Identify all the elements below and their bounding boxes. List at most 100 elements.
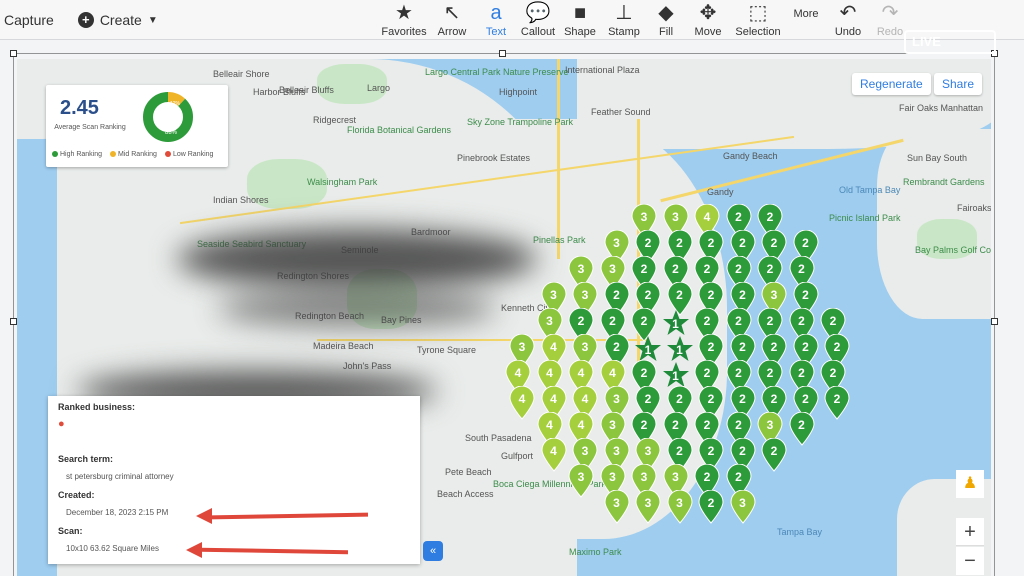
legend-item: High Ranking [52, 151, 102, 158]
map-label: International Plaza [565, 65, 640, 75]
create-button[interactable]: + Create ▼ [77, 12, 158, 28]
rank-value: 3 [644, 496, 652, 510]
rank-value: 4 [577, 418, 585, 432]
rank-pin[interactable]: 4 [509, 385, 535, 420]
rank-value: 2 [707, 392, 715, 406]
rank-value: 1 [644, 343, 652, 357]
rank-value: 2 [707, 340, 715, 354]
rank-pin[interactable]: 3 [568, 463, 594, 498]
map-label: Pinebrook Estates [457, 153, 531, 163]
scan-summary-card: 2.45 Average Scan Ranking 88% 12% High Ra… [46, 85, 228, 167]
scan-details-card: Ranked business: ● Search term: st peter… [48, 396, 420, 564]
redo-icon: ↷ [881, 2, 899, 24]
capture-button[interactable]: Capture [4, 12, 54, 28]
rank-value: 3 [581, 288, 589, 302]
rank-value: 2 [766, 366, 774, 380]
collapse-panel-button[interactable]: « [423, 541, 443, 561]
redaction-blur [177, 229, 537, 289]
legend-label: Low Ranking [172, 151, 214, 158]
rank-pin[interactable]: 4 [540, 437, 567, 472]
resize-handle[interactable] [991, 318, 998, 325]
plus-icon: + [77, 12, 94, 28]
resize-handle[interactable] [499, 50, 506, 57]
tool-label: Move [694, 26, 722, 38]
legend-label: Mid Ranking [118, 151, 157, 158]
donut-high-label: 88% [165, 130, 178, 136]
rank-pin[interactable]: 3 [666, 489, 693, 524]
rank-value: 2 [707, 496, 715, 510]
donut-mid-label: 12% [170, 101, 181, 107]
rank-value: 4 [546, 366, 553, 380]
map-label: Gulfport [501, 451, 534, 461]
rank-pin[interactable]: 3 [603, 489, 630, 524]
rank-value: 2 [676, 444, 683, 458]
rank-pin[interactable]: 2 [698, 489, 724, 524]
toolbar-left: Capture + Create ▼ [4, 12, 158, 28]
rank-value: 3 [581, 444, 589, 458]
rank-value: 3 [613, 236, 620, 250]
rank-value: 3 [609, 262, 616, 276]
rank-value: 2 [703, 418, 711, 432]
rank-value: 2 [703, 314, 711, 328]
share-button[interactable]: Share [934, 73, 983, 95]
location-pin-icon: ● [58, 418, 65, 430]
rank-value: 2 [672, 418, 679, 432]
rank-value: 3 [766, 418, 774, 432]
rank-value: 3 [640, 210, 648, 224]
resize-handle[interactable] [10, 50, 17, 57]
rank-value: 2 [798, 418, 805, 432]
created-value: December 18, 2023 2:15 PM [66, 508, 169, 517]
rank-value: 2 [833, 340, 841, 354]
rank-value: 2 [770, 392, 778, 406]
rank-value: 2 [735, 210, 742, 224]
move-icon: ✥ [699, 2, 717, 24]
selection-frame-right [994, 53, 995, 576]
tool-move[interactable]: ✥ Move [680, 0, 736, 40]
map-label: Gandy [707, 187, 734, 197]
rank-value: 3 [518, 340, 526, 354]
ranking-legend: High Ranking Mid Ranking Low Ranking [52, 151, 213, 158]
legend-item: Mid Ranking [110, 151, 157, 158]
map-label: Picnic Island Park [829, 213, 901, 223]
zoom-out-button[interactable]: − [956, 547, 984, 575]
resize-handle[interactable] [10, 318, 17, 325]
rank-pin[interactable]: 3 [729, 489, 756, 524]
rank-pin[interactable]: 2 [761, 437, 787, 472]
rank-pin[interactable]: 2 [824, 385, 850, 420]
map-label: Feather Sound [591, 107, 651, 117]
rank-value: 2 [739, 392, 746, 406]
rank-value: 2 [735, 314, 742, 328]
rank-value: 3 [676, 496, 683, 510]
rank-value: 3 [613, 444, 620, 458]
rank-value: 2 [770, 444, 778, 458]
rank-value: 2 [770, 236, 778, 250]
rank-value: 3 [609, 470, 616, 484]
rank-value: 2 [798, 366, 805, 380]
map-label: Sun Bay South [907, 153, 968, 163]
rank-value: 2 [802, 288, 809, 302]
rank-value: 2 [644, 288, 652, 302]
map-label: South Pasadena [465, 433, 532, 443]
street-view-pegman-icon[interactable]: ♟ [956, 470, 984, 498]
zoom-in-button[interactable]: + [956, 518, 984, 546]
rank-value: 2 [640, 314, 648, 328]
map-label: Belleair Shore [213, 69, 270, 79]
rank-pin[interactable]: 2 [788, 411, 815, 446]
rank-value: 3 [609, 418, 616, 432]
rank-value: 3 [770, 288, 778, 302]
rank-value: 2 [739, 340, 746, 354]
rank-value: 3 [640, 470, 648, 484]
regenerate-button[interactable]: Regenerate [852, 73, 931, 95]
rank-value: 2 [798, 262, 805, 276]
rank-pin[interactable]: 3 [635, 489, 661, 524]
rank-value: 2 [703, 366, 711, 380]
search-term-value: st petersburg criminal attorney [66, 472, 174, 481]
rank-value: 2 [802, 236, 809, 250]
map-label: Fair Oaks Manhattan [899, 103, 984, 113]
map-road [557, 59, 560, 259]
rank-value: 2 [829, 314, 837, 328]
create-label: Create [99, 12, 142, 28]
map-label: Largo [367, 83, 391, 93]
rank-value: 2 [644, 392, 652, 406]
toolbar: Capture + Create ▼ ★ Favorites ↖ Arrow a Text… [0, 0, 1024, 40]
